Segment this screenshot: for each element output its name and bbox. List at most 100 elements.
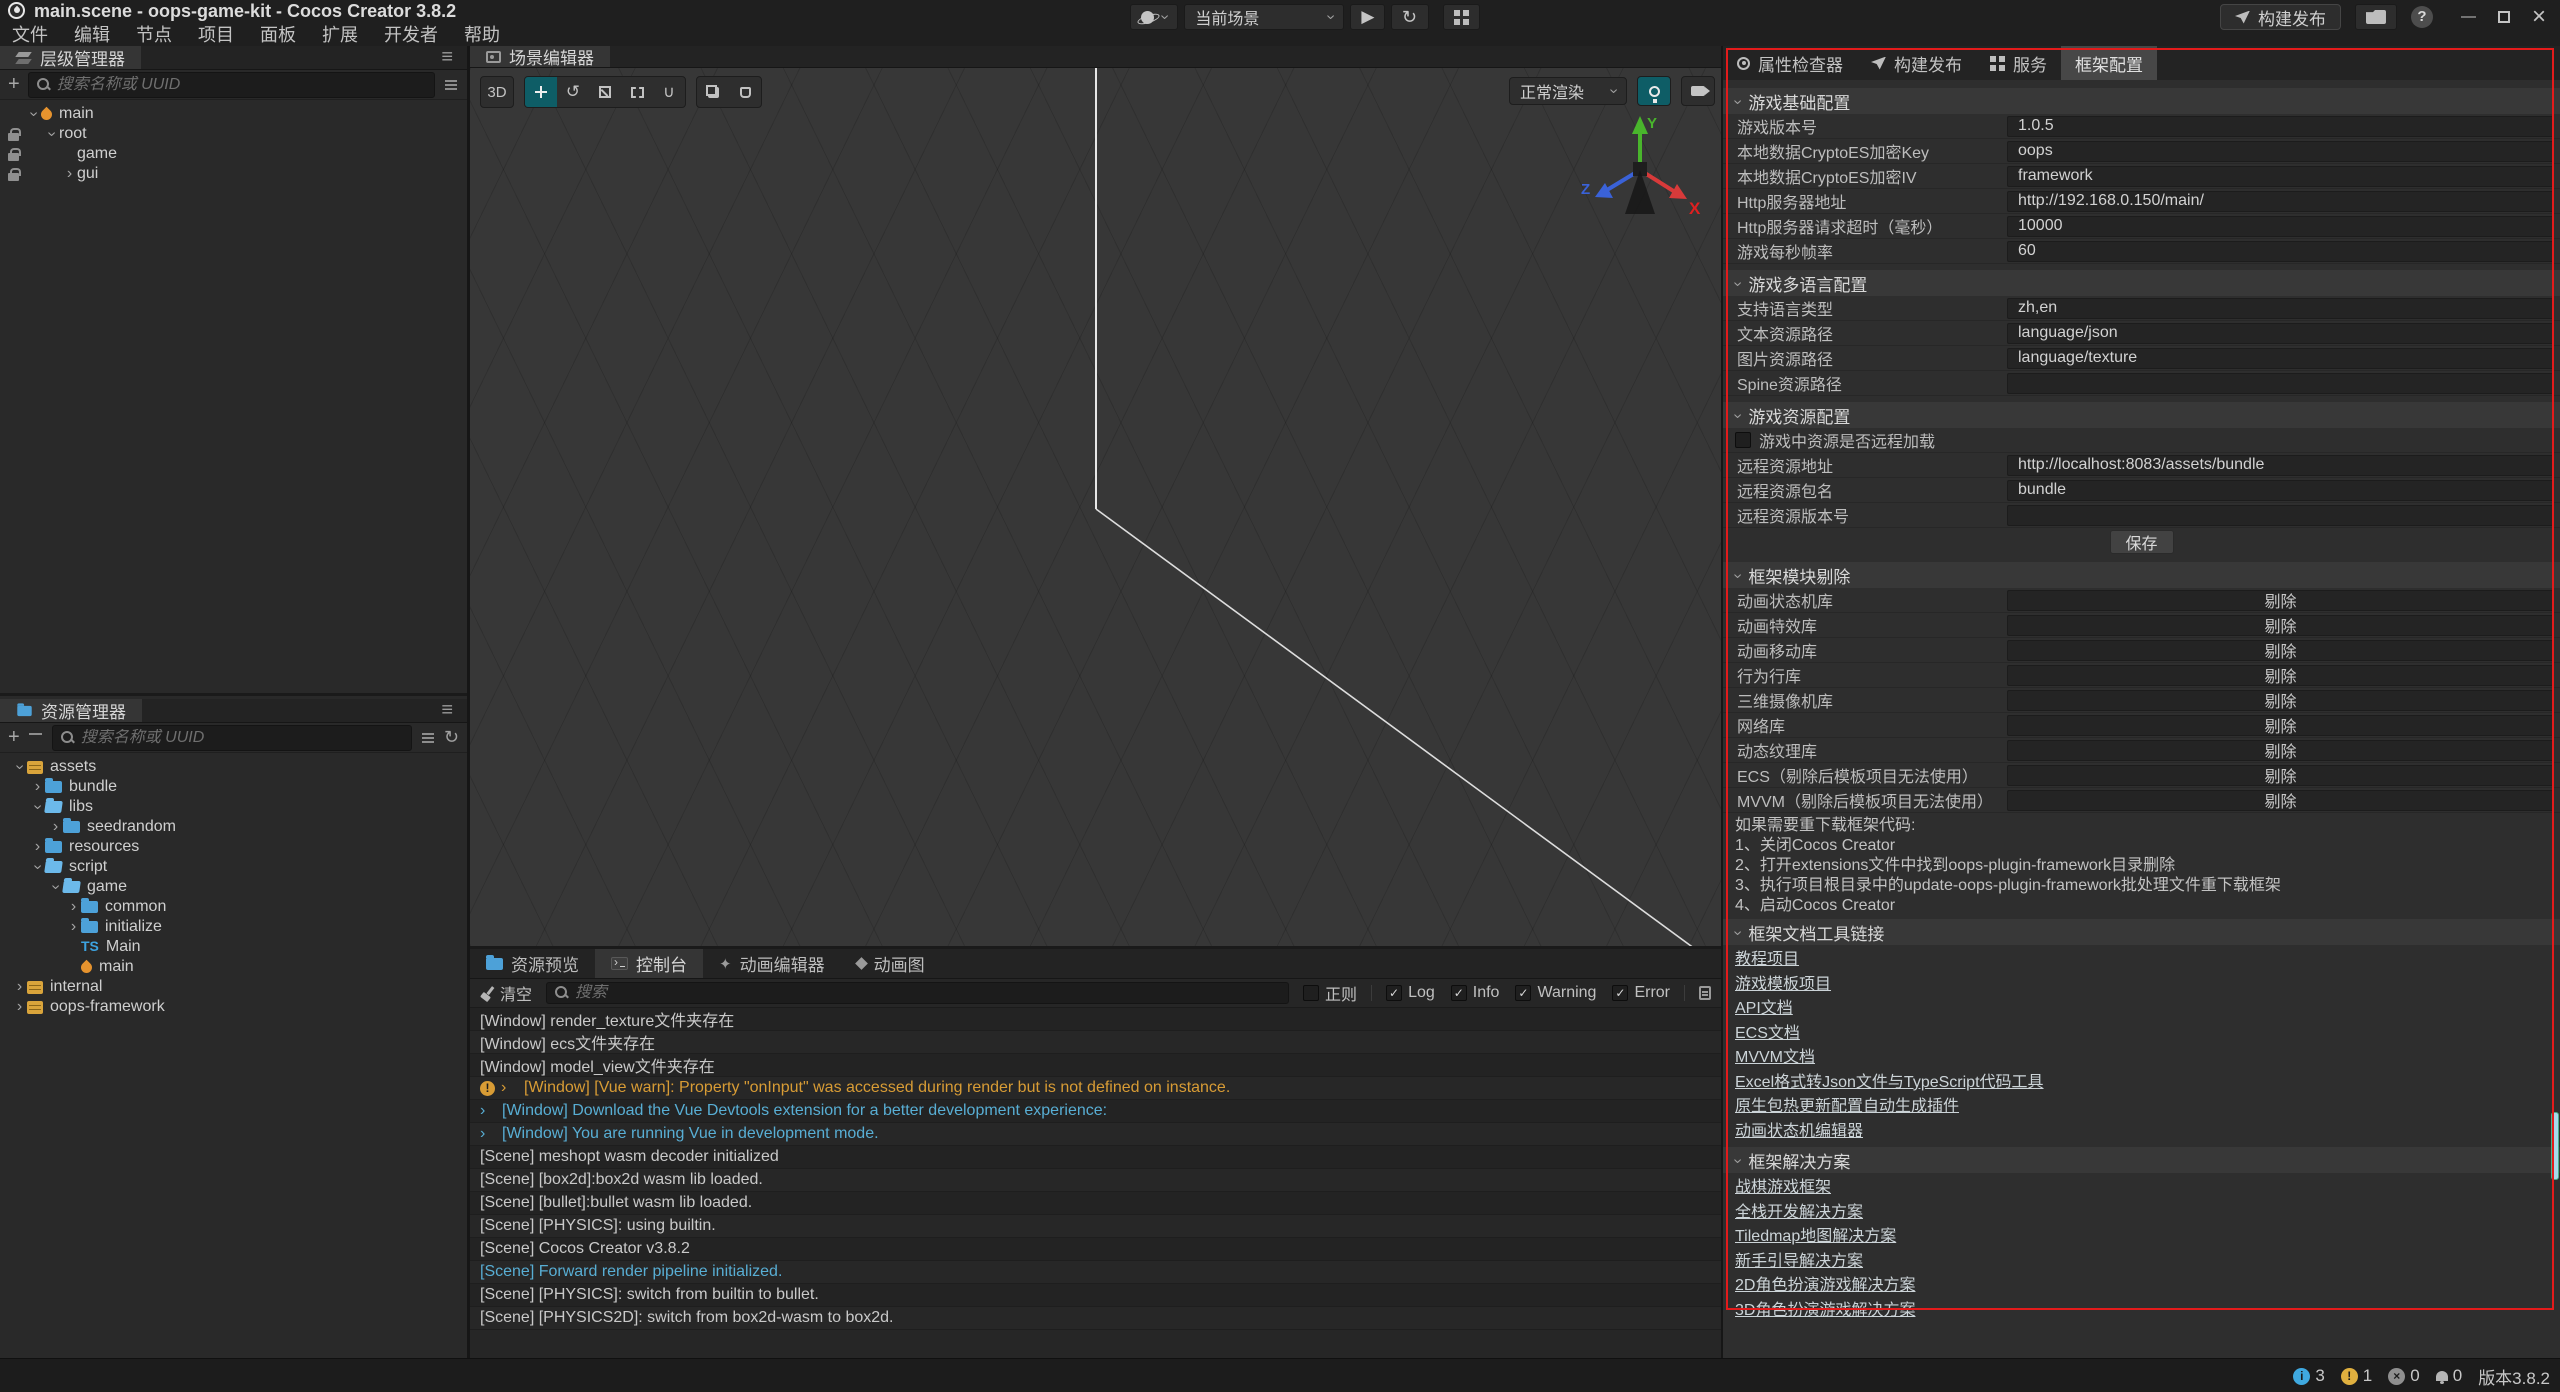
anchor-tool-button[interactable] [653, 77, 685, 107]
console-log-row[interactable]: [Window] [Vue warn]: Property "onInput" … [470, 1077, 1721, 1100]
tree-row[interactable]: internal [0, 977, 467, 997]
field-input[interactable]: 10000 [2007, 216, 2554, 237]
solution-link[interactable]: 新手引导解决方案 [1735, 1247, 1863, 1271]
tree-row[interactable]: main [0, 957, 467, 977]
assets-searchbox[interactable] [52, 725, 412, 751]
tab-scene-editor[interactable]: 场景编辑器 [470, 46, 610, 67]
console-tab[interactable]: 控制台 [595, 949, 703, 978]
tree-chevron-icon[interactable] [66, 898, 81, 916]
console-search-input[interactable] [575, 984, 1280, 1002]
section-header-resources[interactable]: 游戏资源配置 [1723, 402, 2560, 428]
tree-row[interactable]: assets [0, 757, 467, 777]
field-input[interactable]: 60 [2007, 241, 2554, 262]
console-tab[interactable]: 动画图 [841, 949, 941, 978]
tree-row[interactable]: root [0, 124, 467, 144]
tree-row[interactable]: resources [0, 837, 467, 857]
filter-icon[interactable] [443, 79, 459, 91]
doc-link[interactable]: MVVM文档 [1735, 1043, 1815, 1067]
play-button[interactable] [1350, 4, 1385, 30]
restart-button[interactable] [1391, 4, 1428, 30]
scale-tool-button[interactable] [589, 77, 621, 107]
lighting-toggle-button[interactable] [1637, 76, 1671, 106]
scene-select[interactable]: 当前场景 [1184, 4, 1344, 30]
menu-item[interactable]: 开发者 [384, 21, 438, 47]
console-log-row[interactable]: [Window] Download the Vue Devtools exten… [470, 1100, 1721, 1123]
tree-row[interactable]: oops-framework [0, 997, 467, 1017]
field-input[interactable]: zh,en [2007, 298, 2554, 319]
restore-button[interactable] [2498, 11, 2510, 23]
tree-chevron-icon[interactable] [62, 165, 77, 183]
status-warnings[interactable]: ! 1 [2341, 1366, 2372, 1386]
console-searchbox[interactable] [546, 982, 1289, 1004]
console-log-row[interactable]: [Window] ecs文件夹存在 [470, 1031, 1721, 1054]
console-log-row[interactable]: [Scene] [box2d]:box2d wasm lib loaded. [470, 1169, 1721, 1192]
inspector-tab[interactable]: 服务 [1976, 46, 2061, 80]
log-file-button[interactable] [1699, 986, 1711, 1000]
tree-chevron-icon[interactable] [30, 798, 45, 816]
help-button[interactable] [2411, 6, 2433, 28]
menu-item[interactable]: 文件 [12, 21, 48, 47]
tree-chevron-icon[interactable] [12, 758, 27, 776]
sort-icon[interactable] [28, 732, 44, 744]
field-input[interactable]: oops [2007, 141, 2554, 162]
tree-chevron-icon[interactable] [26, 105, 41, 123]
assets-menu-button[interactable] [427, 699, 467, 722]
tree-chevron-icon[interactable] [44, 125, 59, 143]
assets-search-input[interactable] [81, 729, 403, 747]
solution-link[interactable]: 全栈开发解决方案 [1735, 1198, 1863, 1222]
field-input[interactable] [2007, 373, 2554, 394]
field-input[interactable]: 1.0.5 [2007, 116, 2554, 137]
console-log-row[interactable]: [Scene] [PHYSICS]: switch from builtin t… [470, 1284, 1721, 1307]
section-header-language[interactable]: 游戏多语言配置 [1723, 270, 2560, 296]
tree-row[interactable]: bundle [0, 777, 467, 797]
render-mode-select[interactable]: 正常渲染 [1509, 77, 1627, 105]
open-project-folder-button[interactable] [2355, 4, 2397, 30]
tab-hierarchy[interactable]: 层级管理器 [0, 46, 141, 69]
doc-link[interactable]: API文档 [1735, 994, 1793, 1018]
tree-row[interactable]: main [0, 104, 467, 124]
doc-link[interactable]: 原生包热更新配置自动生成插件 [1735, 1092, 1959, 1116]
add-asset-button[interactable] [8, 726, 20, 749]
3d-mode-button[interactable]: 3D [481, 77, 513, 107]
rotate-tool-button[interactable] [557, 77, 589, 107]
console-log-row[interactable]: [Scene] Forward render pipeline initiali… [470, 1261, 1721, 1284]
camera-settings-button[interactable] [1681, 76, 1715, 106]
remove-module-button[interactable]: 剔除 [2007, 765, 2554, 786]
tree-row[interactable]: libs [0, 797, 467, 817]
tree-row[interactable]: seedrandom [0, 817, 467, 837]
field-input[interactable]: http://localhost:8083/assets/bundle [2007, 455, 2554, 476]
tab-assets[interactable]: 资源管理器 [0, 699, 142, 722]
tree-chevron-icon[interactable] [30, 778, 45, 796]
remove-module-button[interactable]: 剔除 [2007, 715, 2554, 736]
regex-checkbox[interactable] [1303, 985, 1319, 1001]
field-input[interactable] [2007, 505, 2554, 526]
regex-filter[interactable]: 正则 [1303, 981, 1357, 1005]
solution-link[interactable]: 3D角色扮演游戏解决方案 [1735, 1296, 1915, 1320]
filter-icon[interactable] [420, 732, 436, 744]
add-node-button[interactable] [8, 73, 20, 96]
console-log-row[interactable]: [Scene] [PHYSICS2D]: switch from box2d-w… [470, 1307, 1721, 1330]
pivot-button[interactable] [697, 77, 729, 107]
menu-item[interactable]: 面板 [260, 21, 296, 47]
console-log-row[interactable]: [Window] You are running Vue in developm… [470, 1123, 1721, 1146]
remove-module-button[interactable]: 剔除 [2007, 790, 2554, 811]
log-filter-checkbox[interactable] [1612, 985, 1628, 1001]
minimize-button[interactable] [2461, 8, 2476, 26]
tree-row[interactable]: gui [0, 164, 467, 184]
tree-chevron-icon[interactable] [48, 878, 63, 896]
tree-row[interactable]: game [0, 877, 467, 897]
solution-link[interactable]: 2D角色扮演游戏解决方案 [1735, 1271, 1915, 1295]
scrollbar-thumb[interactable] [2551, 1112, 2559, 1180]
tree-chevron-icon[interactable] [30, 858, 45, 876]
remove-module-button[interactable]: 剔除 [2007, 740, 2554, 761]
tree-chevron-icon[interactable] [30, 838, 45, 856]
field-input[interactable]: language/texture [2007, 348, 2554, 369]
remote-load-checkbox[interactable] [1735, 432, 1751, 448]
inspector-tab[interactable]: 属性检查器 [1723, 46, 1857, 80]
save-button[interactable]: 保存 [2110, 530, 2174, 554]
field-input[interactable]: bundle [2007, 480, 2554, 501]
field-input[interactable]: framework [2007, 166, 2554, 187]
tree-chevron-icon[interactable] [12, 978, 27, 996]
layout-button[interactable] [1443, 4, 1480, 30]
menu-item[interactable]: 扩展 [322, 21, 358, 47]
